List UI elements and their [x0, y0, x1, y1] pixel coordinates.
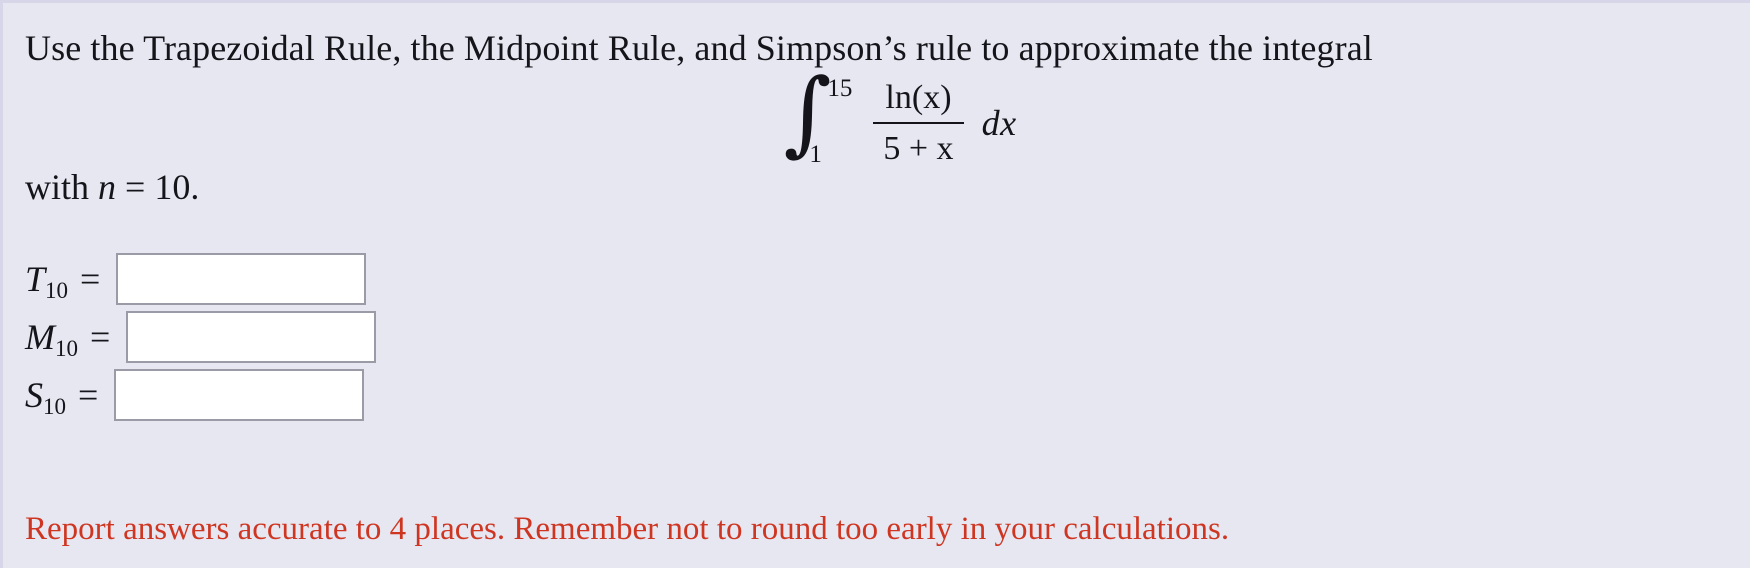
simpson-equals: = [78, 374, 99, 415]
answer-row-trapezoidal: T 10 = [25, 251, 376, 306]
integral-expression: ∫ 15 1 ln(x) 5 + x dx [3, 59, 1750, 173]
simpson-input[interactable] [114, 368, 365, 421]
simpson-symbol: S [25, 374, 43, 415]
midpoint-symbol: M [25, 316, 55, 357]
fraction-denominator: 5 + x [883, 129, 954, 167]
trapezoidal-input[interactable] [116, 252, 367, 305]
midpoint-input[interactable] [126, 310, 377, 363]
simpson-subscript: 10 [43, 393, 66, 419]
midpoint-equals: = [90, 316, 111, 357]
n-condition-line: with n = 10. [25, 166, 199, 208]
trapezoidal-symbol: T [25, 258, 46, 299]
differential-dx: dx [981, 103, 1017, 143]
simpson-label: S 10 = [25, 374, 99, 419]
trapezoidal-label: T 10 = [25, 258, 101, 303]
answer-row-simpson: S 10 = [25, 367, 376, 422]
problem-panel: Use the Trapezoidal Rule, the Midpoint R… [0, 0, 1750, 568]
integral-upper-limit: 15 [827, 75, 853, 102]
integral-lower-limit: 1 [809, 141, 822, 168]
fraction-numerator: ln(x) [885, 79, 952, 117]
problem-prompt: Use the Trapezoidal Rule, the Midpoint R… [25, 28, 1373, 68]
n-condition-prefix: with [25, 167, 99, 207]
integrand-fraction: ln(x) 5 + x [873, 77, 964, 169]
answer-row-midpoint: M 10 = [25, 309, 377, 364]
answer-fields-group: T 10 = M 10 = S 10 = [25, 251, 377, 422]
trapezoidal-equals: = [80, 258, 101, 299]
n-equals: = [116, 167, 155, 207]
integral-sign-with-limits: ∫ 15 1 [783, 59, 871, 173]
integral-limits: 15 1 [809, 73, 871, 173]
trapezoidal-subscript: 10 [45, 277, 69, 303]
accuracy-note: Report answers accurate to 4 places. Rem… [25, 511, 1230, 547]
midpoint-label: M 10 = [25, 316, 111, 361]
midpoint-subscript: 10 [55, 335, 78, 361]
n-variable: n [98, 167, 117, 207]
n-value: 10. [154, 167, 200, 207]
integral-sign-icon: ∫ [783, 59, 832, 166]
